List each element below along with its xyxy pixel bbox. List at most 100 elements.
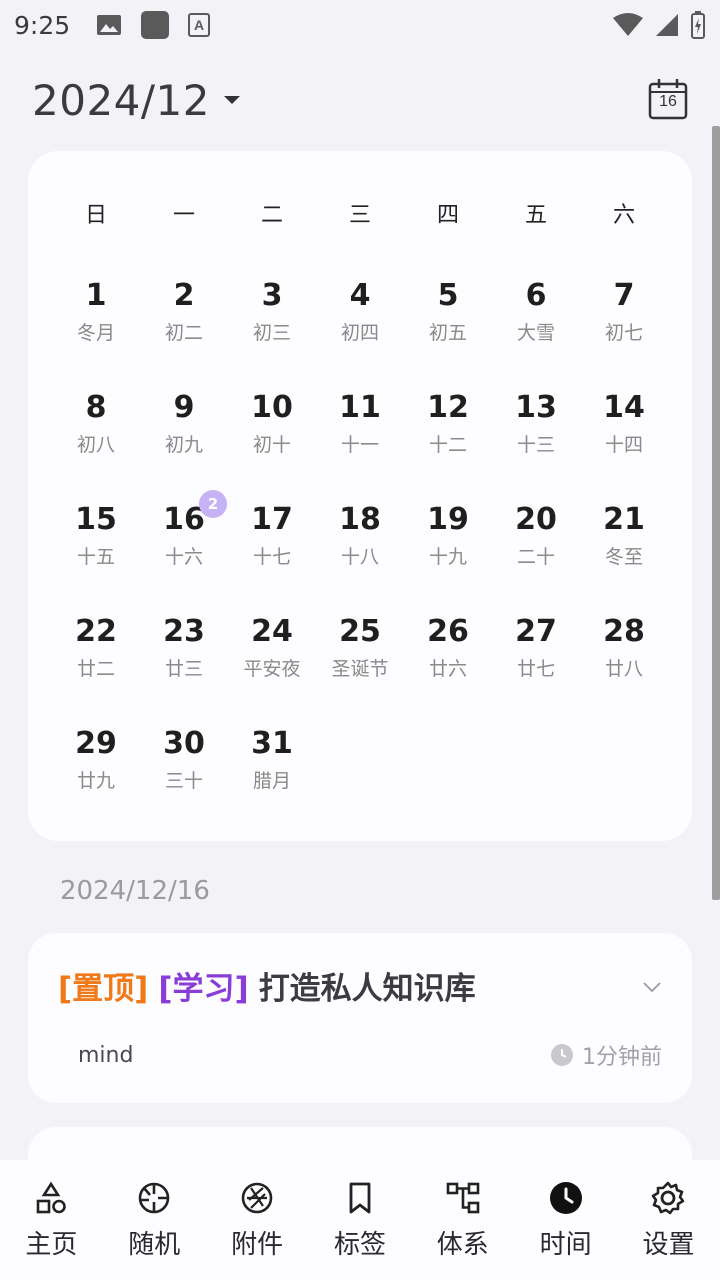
calendar-day[interactable]: 25 圣诞节 [316, 612, 404, 724]
day-lunar-label: 初二 [164, 322, 203, 344]
svg-text:A: A [194, 17, 204, 33]
calendar-day[interactable]: 28 廿八 [580, 612, 668, 724]
note-count-badge: 2 [199, 490, 227, 518]
note-subtitle: mind [78, 1043, 134, 1068]
day-lunar-label: 十一 [340, 434, 379, 456]
calendar-day[interactable]: 6 大雪 [492, 276, 580, 388]
calendar-day[interactable]: 23 廿三 [140, 612, 228, 724]
calendar-day[interactable]: 31 腊月 [228, 724, 316, 836]
note-title-text: 打造私人知识库 [258, 971, 476, 1007]
day-lunar-label: 初五 [428, 322, 467, 344]
calendar-day[interactable]: 3 初三 [228, 276, 316, 388]
calendar-day[interactable]: 4 初四 [316, 276, 404, 388]
calendar-day[interactable]: 27 廿七 [492, 612, 580, 724]
text-a-icon: A [188, 13, 211, 37]
nav-label: 主页 [25, 1230, 78, 1260]
day-number: 8 [85, 390, 107, 425]
signal-icon [656, 14, 678, 36]
calendar-day[interactable]: 30 三十 [140, 724, 228, 836]
note-card[interactable]: [置顶] [学习] 打造私人知识库 mind 1分钟前 [28, 933, 692, 1103]
day-lunar-label: 圣诞节 [331, 658, 389, 680]
pinned-tag: [置顶] [58, 971, 149, 1007]
day-lunar-label: 十二 [428, 434, 467, 456]
day-number: 27 [515, 614, 557, 649]
status-bar: 9:25 A [0, 0, 720, 50]
weekday-label: 六 [612, 203, 635, 228]
calendar-day[interactable]: 15 十五 [52, 500, 140, 612]
scrollbar[interactable] [712, 126, 720, 900]
calendar-day[interactable]: 24 平安夜 [228, 612, 316, 724]
nav-tags[interactable]: 标签 [315, 1180, 405, 1261]
nav-random[interactable]: 随机 [109, 1180, 199, 1261]
day-number: 31 [251, 726, 293, 761]
day-lunar-label: 初九 [164, 434, 203, 456]
day-lunar-label: 廿七 [516, 658, 555, 680]
calendar-day[interactable]: 10 初十 [228, 388, 316, 500]
day-number: 30 [163, 726, 205, 761]
go-to-today-button[interactable]: 16 [648, 78, 692, 122]
day-number: 3 [261, 278, 283, 313]
day-number: 29 [75, 726, 117, 761]
bottom-nav: 主页 随机 附件 标签 体系 时间 设置 [0, 1160, 720, 1280]
day-lunar-label: 廿八 [604, 658, 643, 680]
month-selector[interactable]: 2024/12 [32, 76, 210, 125]
calendar-day[interactable]: 20 二十 [492, 500, 580, 612]
note-time-text: 1分钟前 [582, 1045, 662, 1070]
day-lunar-label: 初八 [76, 434, 115, 456]
day-lunar-label: 十七 [252, 546, 291, 568]
calendar-day[interactable]: 12 十二 [404, 388, 492, 500]
calendar-day[interactable]: 18 十八 [316, 500, 404, 612]
calendar-day[interactable]: 16 十六 2 [140, 490, 228, 612]
day-number: 2 [173, 278, 195, 313]
day-lunar-label: 初七 [604, 322, 643, 344]
weekday-label: 三 [348, 203, 371, 228]
calendar-day[interactable]: 14 十四 [580, 388, 668, 500]
calendar-day[interactable]: 22 廿二 [52, 612, 140, 724]
selected-date-label: 2024/12/16 [60, 876, 210, 906]
day-number: 14 [603, 390, 645, 425]
calendar-day[interactable]: 17 十七 [228, 500, 316, 612]
day-number: 6 [525, 278, 547, 313]
calendar-day[interactable]: 11 十一 [316, 388, 404, 500]
nav-attachments[interactable]: 附件 [212, 1180, 302, 1261]
bookmark-icon [349, 1182, 371, 1214]
calendar-day[interactable]: 19 十九 [404, 500, 492, 612]
calendar-day[interactable]: 2 初二 [140, 276, 228, 388]
calendar-day[interactable]: 13 十三 [492, 388, 580, 500]
wifi-icon [613, 13, 643, 36]
note-title: [置顶] [学习] 打造私人知识库 [58, 963, 476, 1008]
calendar-day[interactable]: 8 初八 [52, 388, 140, 500]
gear-icon [652, 1181, 685, 1215]
day-number: 13 [515, 390, 557, 425]
calendar-day[interactable]: 9 初九 [140, 388, 228, 500]
day-number: 7 [613, 278, 635, 313]
day-lunar-label: 廿三 [164, 658, 203, 680]
chevron-down-icon[interactable] [642, 977, 662, 997]
day-lunar-label: 初三 [252, 322, 291, 344]
day-number: 21 [603, 502, 645, 537]
nav-settings[interactable]: 设置 [623, 1180, 713, 1261]
calendar-day[interactable]: 7 初七 [580, 276, 668, 388]
weekday-label: 日 [84, 203, 107, 228]
calendar-day[interactable]: 29 廿九 [52, 724, 140, 836]
attachment-aperture-icon [241, 1182, 273, 1214]
weekday-label: 一 [172, 203, 195, 228]
day-number: 20 [515, 502, 557, 537]
calendar-day[interactable]: 21 冬至 [580, 500, 668, 612]
calendar-day[interactable]: 26 廿六 [404, 612, 492, 724]
nav-home[interactable]: 主页 [6, 1180, 96, 1261]
day-lunar-label: 十四 [604, 434, 643, 456]
nav-label: 设置 [642, 1230, 695, 1260]
calendar-day[interactable]: 5 初五 [404, 276, 492, 388]
note-time: 1分钟前 [550, 1039, 662, 1071]
day-number: 1 [85, 278, 107, 313]
day-number: 26 [427, 614, 469, 649]
dropdown-caret-icon[interactable] [223, 96, 240, 104]
calendar-day[interactable]: 1 冬月 [52, 276, 140, 388]
day-number: 9 [173, 390, 195, 425]
nav-time[interactable]: 时间 [521, 1180, 611, 1261]
home-shapes-icon [37, 1181, 67, 1214]
nav-system[interactable]: 体系 [418, 1180, 508, 1261]
day-lunar-label: 二十 [516, 546, 555, 568]
day-lunar-label: 初四 [340, 322, 379, 344]
